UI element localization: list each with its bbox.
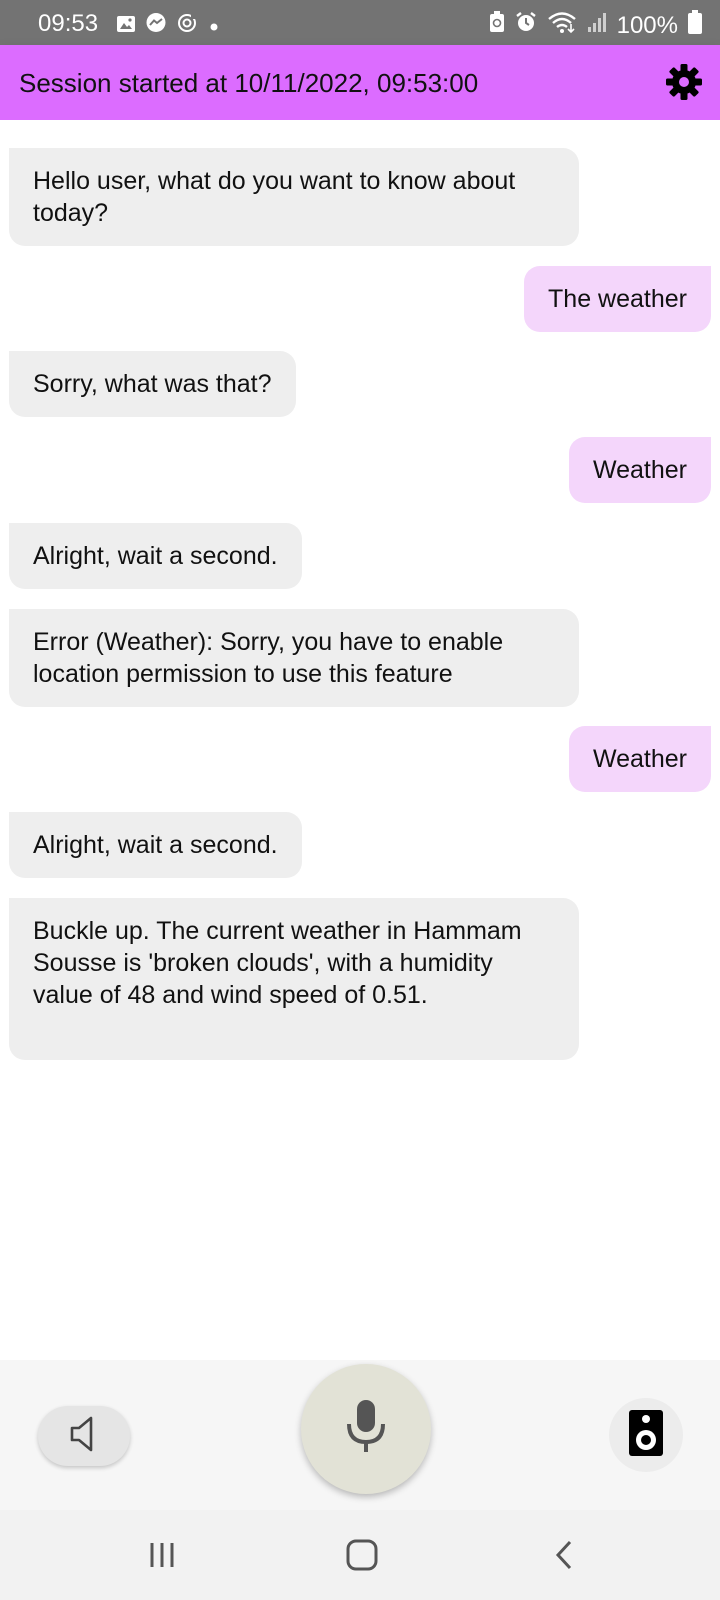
back-icon[interactable] <box>539 1532 589 1578</box>
microphone-icon <box>344 1398 388 1461</box>
user-message: Weather <box>568 726 711 792</box>
system-status-icons: 100% <box>489 10 702 41</box>
wifi-icon <box>547 10 577 41</box>
gallery-icon <box>116 13 136 41</box>
volume-off-icon <box>69 1415 99 1458</box>
battery-percent: 100% <box>616 11 678 39</box>
bot-message: Error (Weather): Sorry, you have to enab… <box>9 609 579 707</box>
user-message: The weather <box>524 266 711 332</box>
signal-icon <box>587 11 607 40</box>
speaker-button[interactable] <box>609 1398 683 1472</box>
speaker-icon <box>628 1409 664 1462</box>
sync-icon <box>176 12 198 41</box>
app-bar: Session started at 10/11/2022, 09:53:00 <box>0 45 720 120</box>
home-icon[interactable] <box>337 1532 387 1578</box>
bot-message: Alright, wait a second. <box>9 812 302 878</box>
alarm-icon <box>515 11 537 40</box>
notification-icons <box>116 12 221 41</box>
dot-icon <box>207 13 221 41</box>
bot-message: Sorry, what was that? <box>9 351 296 417</box>
voice-controls <box>0 1360 720 1510</box>
bot-message: Buckle up. The current weather in Hammam… <box>9 898 579 1060</box>
status-time: 09:53 <box>38 10 99 37</box>
session-title: Session started at 10/11/2022, 09:53:00 <box>19 68 479 98</box>
battery-icon <box>688 10 702 41</box>
messenger-icon <box>145 12 167 41</box>
mute-button[interactable] <box>38 1406 130 1466</box>
recent-apps-icon[interactable] <box>137 1532 187 1578</box>
navigation-bar <box>0 1510 720 1600</box>
bot-message: Hello user, what do you want to know abo… <box>9 148 579 246</box>
status-bar: 09:53 100% <box>0 0 720 45</box>
chat-area[interactable]: Hello user, what do you want to know abo… <box>0 120 720 1360</box>
battery-saver-icon <box>489 11 505 40</box>
bot-message: Alright, wait a second. <box>9 523 302 589</box>
user-message: Weather <box>568 437 711 503</box>
gear-icon[interactable] <box>664 62 704 102</box>
microphone-button[interactable] <box>301 1364 431 1494</box>
